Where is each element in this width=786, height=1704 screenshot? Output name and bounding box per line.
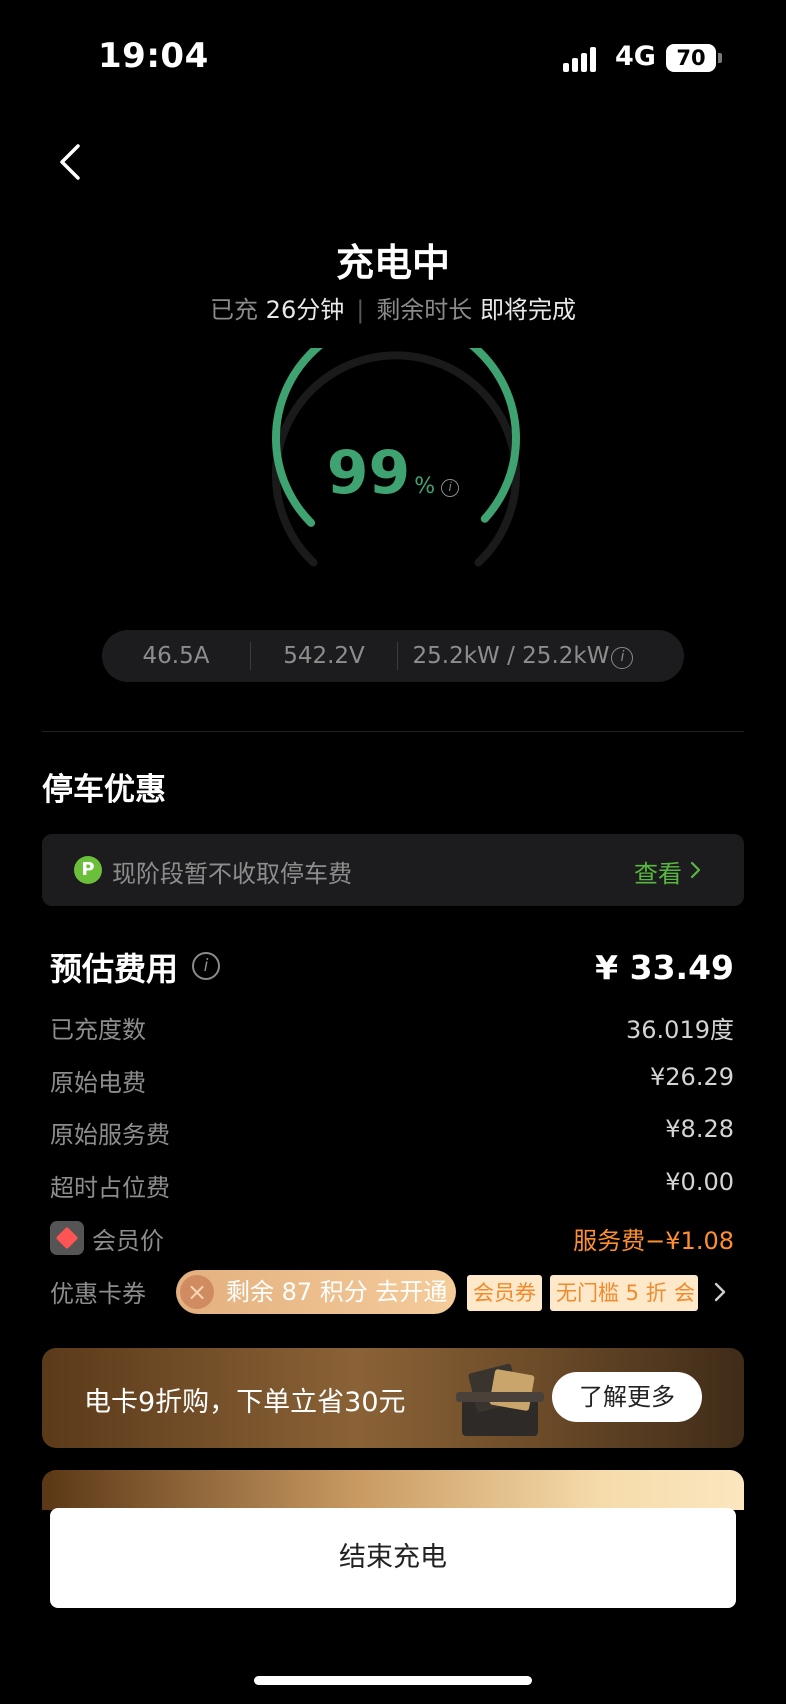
fee-row-value: 36.019度 [626, 1016, 734, 1044]
network-type: 4G [615, 41, 656, 72]
percentage-unit: % [414, 474, 436, 499]
fee-row-value: ¥8.28 [665, 1115, 734, 1143]
charging-stats: 46.5A 542.2V 25.2kW / 25.2kW i [102, 630, 684, 682]
end-charging-button[interactable]: 结束充电 [50, 1508, 736, 1608]
summary-separator: | [356, 296, 365, 324]
learn-more-button[interactable]: 了解更多 [552, 1372, 702, 1422]
fee-row: 原始服务费 ¥8.28 [50, 1115, 734, 1155]
chevron-right-icon[interactable] [708, 1280, 732, 1304]
remaining-label: 剩余时长 [376, 296, 473, 324]
status-time: 19:04 [98, 36, 209, 76]
parking-icon: P [74, 856, 102, 884]
home-indicator [254, 1676, 532, 1685]
fee-row-label: 超时占位费 [50, 1174, 170, 1202]
parking-section-title: 停车优惠 [42, 772, 166, 808]
battery-tip [718, 53, 722, 63]
back-arrow-icon[interactable] [50, 140, 94, 184]
coupon-tag[interactable]: 会 [668, 1275, 698, 1311]
points-coin-icon [180, 1275, 214, 1309]
signal-strength-icon [563, 46, 603, 72]
promo-text: 电卡9折购，下单立省30元 [84, 1387, 406, 1418]
parking-view-link[interactable]: 查看 [634, 854, 682, 889]
charging-summary: 已充 26分钟 | 剩余时长 即将完成 [0, 290, 786, 325]
charged-label: 已充 [210, 296, 259, 324]
secondary-promo-banner[interactable] [42, 1470, 744, 1510]
coupon-tag[interactable]: 无门槛 5 折 [550, 1275, 673, 1311]
coupon-label: 优惠卡券 [50, 1280, 146, 1308]
coupon-row: 优惠卡券 剩余 87 积分 去开通 会员券 无门槛 5 折 会 [50, 1270, 740, 1314]
parking-notice: 现阶段暂不收取停车费 [112, 860, 352, 888]
status-bar: 19:04 4G 70 [0, 0, 786, 110]
promo-banner[interactable]: 电卡9折购，下单立省30元 了解更多 [42, 1348, 744, 1448]
estimated-fee-total: ¥ 33.49 [595, 948, 734, 987]
coupon-tag[interactable]: 会员券 [467, 1275, 542, 1311]
voltage-value: 542.2V [283, 643, 365, 669]
fee-row-value: ¥0.00 [665, 1168, 734, 1196]
chevron-right-icon [690, 861, 701, 879]
current-value: 46.5A [142, 643, 210, 669]
power-info-icon[interactable]: i [611, 647, 634, 669]
fee-info-icon[interactable]: i [192, 952, 220, 980]
estimated-fee-title: 预估费用 [50, 950, 179, 988]
member-price-label: 会员价 [92, 1227, 164, 1255]
power-text: 25.2kW / 25.2kW [412, 643, 610, 669]
member-price-row: 会员价 服务费−¥1.08 [50, 1221, 734, 1261]
fee-row: 超时占位费 ¥0.00 [50, 1168, 734, 1208]
battery-icon: 70 [666, 44, 716, 72]
divider [42, 731, 744, 732]
member-icon [50, 1221, 84, 1255]
charged-duration: 26分钟 [265, 296, 345, 324]
charge-percentage: 99% i [0, 438, 786, 508]
remaining-value: 即将完成 [479, 296, 576, 324]
gift-box-icon [456, 1363, 544, 1436]
power-value: 25.2kW / 25.2kW i [398, 643, 648, 669]
fee-row-label: 原始服务费 [50, 1121, 170, 1149]
member-price-value: 服务费−¥1.08 [573, 1227, 734, 1255]
points-activate-pill[interactable]: 剩余 87 积分 去开通 [176, 1270, 456, 1314]
fee-row: 原始电费 ¥26.29 [50, 1063, 734, 1103]
percentage-info-icon[interactable]: i [441, 479, 460, 497]
fee-row-label: 原始电费 [50, 1069, 146, 1097]
page-title: 充电中 [335, 241, 450, 285]
parking-card[interactable]: P 现阶段暂不收取停车费 查看 [42, 834, 744, 906]
fee-row-value: ¥26.29 [650, 1063, 734, 1091]
percentage-value: 99 [326, 438, 411, 508]
points-pill-text: 剩余 87 积分 去开通 [226, 1278, 448, 1306]
fee-row-label: 已充度数 [50, 1016, 146, 1044]
fee-row: 已充度数 36.019度 [50, 1010, 734, 1050]
